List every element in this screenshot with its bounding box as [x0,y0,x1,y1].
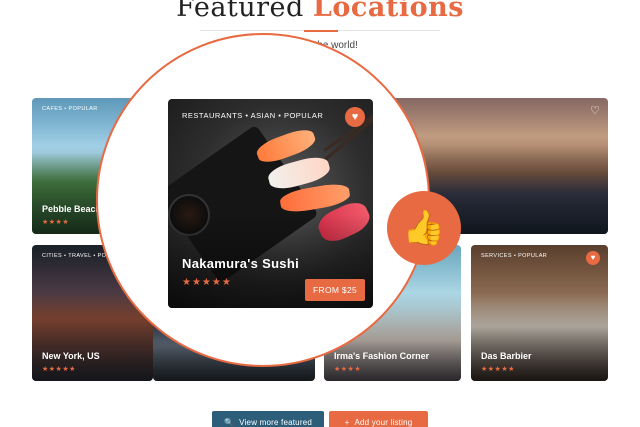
view-more-featured-button[interactable]: 🔍 View more featured [212,411,324,427]
rating-stars: ★★★★ [334,366,362,373]
zoom-magnifier: RESTAURANTS • ASIAN • POPULAR ♥ Nakamura… [96,33,430,367]
add-listing-button[interactable]: + Add your listing [329,411,428,427]
rating-stars: ★★★★★ [481,366,515,373]
rating-stars: ★★★★★ [182,277,232,288]
add-listing-label: Add your listing [354,418,413,427]
heart-filled-icon[interactable]: ♥ [586,251,600,265]
card-name: Pebble Beach [42,204,102,214]
title-underline-accent [304,30,338,32]
card-name: Das Barbier [481,351,532,361]
plus-icon: + [344,418,350,427]
card-tags: CAFES • POPULAR [42,106,98,112]
title-plain: Featured [176,0,304,23]
price-badge: FROM $25 [305,279,365,301]
title-accent: Locations [312,0,464,23]
featured-name: Nakamura's Sushi [182,256,299,271]
rating-stars: ★★★★ [42,219,70,226]
heart-filled-icon[interactable]: ♥ [345,107,365,127]
thumbs-up-icon: 👍 [387,191,461,265]
featured-card-nakamura-sushi[interactable]: RESTAURANTS • ASIAN • POPULAR ♥ Nakamura… [168,99,373,308]
card-name: Irma's Fashion Corner [334,351,430,361]
section-title: Featured Locations [0,0,640,23]
search-icon: 🔍 [224,418,235,427]
view-more-label: View more featured [239,418,312,427]
heart-icon[interactable]: ♡ [590,104,600,117]
card-name: New York, US [42,351,100,361]
listing-card-das-barbier[interactable]: SERVICES • POPULAR ♥ Das Barbier ★★★★★ [471,245,608,381]
rating-stars: ★★★★★ [42,366,76,373]
title-underline [200,30,440,32]
card-tags: SERVICES • POPULAR [481,253,548,259]
featured-tags: RESTAURANTS • ASIAN • POPULAR [182,111,324,120]
